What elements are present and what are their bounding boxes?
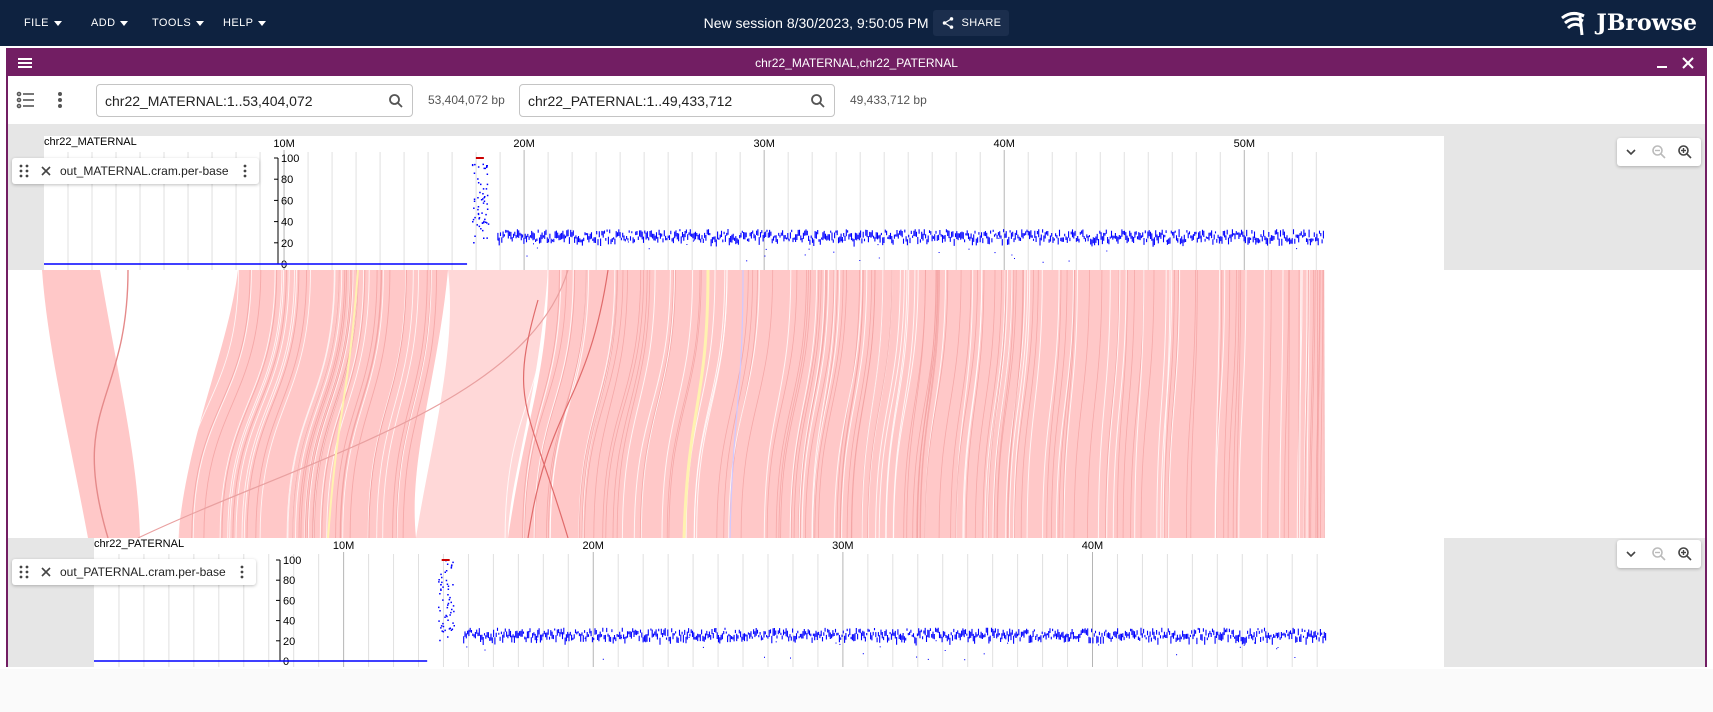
view-header: chr22_MATERNAL,chr22_PATERNAL: [8, 50, 1705, 76]
tools-menu[interactable]: TOOLS: [152, 0, 205, 46]
share-button[interactable]: SHARE: [932, 10, 1010, 36]
search-icon[interactable]: [388, 93, 404, 109]
top-track-name: out_MATERNAL.cram.per-base: [60, 164, 229, 178]
y-tick-label: 80: [281, 174, 293, 186]
file-menu[interactable]: FILE: [24, 0, 62, 46]
bottom-location-value: chr22_PATERNAL:1..49,433,712: [528, 92, 733, 109]
y-tick-label: 20: [283, 636, 295, 648]
bottom-ref-name: chr22_PATERNAL: [94, 538, 185, 550]
caret-down-icon: [196, 20, 205, 26]
coverage-spike: [471, 163, 490, 244]
ruler-tick-label: 50M: [1234, 138, 1255, 150]
top-coverage-svg: 10M20M30M40M50M100806040200: [44, 138, 1324, 270]
track-menu-icon[interactable]: [234, 564, 250, 580]
bottom-bp-count: 49,433,712 bp: [850, 93, 927, 107]
minimize-icon[interactable]: [1653, 54, 1671, 72]
jbrowse-logo: JBrowse: [1558, 0, 1697, 46]
caret-down-icon: [53, 20, 62, 26]
help-menu[interactable]: HELP: [223, 0, 267, 46]
synteny-view: chr22_MATERNAL,chr22_PATERNAL chr22_MATE…: [6, 48, 1707, 667]
page-footer: [0, 669, 1713, 712]
y-tick-label: 80: [283, 575, 295, 587]
close-icon[interactable]: [1679, 54, 1697, 72]
top-track-label[interactable]: out_MATERNAL.cram.per-base: [12, 158, 259, 184]
top-panel: 10M20M30M40M50M100806040200 chr22_MATERN…: [8, 136, 1705, 270]
zoom-out-icon[interactable]: [1651, 546, 1667, 562]
add-menu-label: ADD: [91, 17, 116, 29]
bottom-track-label[interactable]: out_PATERNAL.cram.per-base: [12, 559, 256, 585]
top-location-input[interactable]: chr22_MATERNAL:1..53,404,072: [96, 84, 413, 117]
ruler-tick-label: 30M: [832, 540, 853, 552]
ruler-tick-label: 10M: [273, 138, 294, 150]
synteny-ribbons: [42, 270, 1705, 538]
ruler-tick-label: 10M: [333, 540, 354, 552]
track-menu-icon[interactable]: [237, 163, 253, 179]
app-bar: FILE ADD TOOLS HELP New session 8/30/202…: [0, 0, 1713, 46]
toolbar-divider: [8, 124, 1705, 136]
y-tick-label: 60: [281, 195, 293, 207]
view-toolbar: chr22_MATERNAL:1..53,404,072 53,404,072 …: [8, 76, 1705, 124]
jbrowse-logo-icon: [1561, 11, 1586, 36]
search-icon[interactable]: [810, 93, 826, 109]
top-ref-name: chr22_MATERNAL: [44, 136, 137, 148]
y-tick-label: 100: [283, 555, 301, 567]
file-menu-label: FILE: [24, 17, 49, 29]
drag-handle-icon[interactable]: [16, 564, 32, 580]
tools-menu-label: TOOLS: [152, 17, 192, 29]
top-zoom-tools: [1617, 138, 1701, 166]
drag-handle-icon[interactable]: [16, 163, 32, 179]
chevron-down-icon[interactable]: [1623, 546, 1639, 562]
bottom-track-name: out_PATERNAL.cram.per-base: [60, 565, 226, 579]
y-tick-label: 40: [283, 616, 295, 628]
help-menu-label: HELP: [223, 17, 254, 29]
y-tick-label: 100: [281, 153, 299, 165]
view-title: chr22_MATERNAL,chr22_PATERNAL: [755, 56, 958, 70]
zoom-in-icon[interactable]: [1677, 144, 1693, 160]
ruler-tick-label: 40M: [994, 138, 1015, 150]
bottom-track-area: 10M20M30M40M100806040200 chr22_PATERNAL: [94, 538, 1444, 667]
zoom-in-icon[interactable]: [1677, 546, 1693, 562]
coverage-band: [497, 229, 1324, 263]
synteny-gap: [1398, 270, 1406, 538]
synteny-empty-area: [1446, 270, 1705, 538]
caret-down-icon: [258, 20, 267, 26]
bottom-panel: 10M20M30M40M100806040200 chr22_PATERNAL …: [8, 538, 1705, 667]
top-location-value: chr22_MATERNAL:1..53,404,072: [105, 92, 313, 109]
ruler-tick-label: 30M: [753, 138, 774, 150]
top-bp-count: 53,404,072 bp: [428, 93, 505, 107]
caret-down-icon: [120, 20, 129, 26]
y-tick-label: 60: [283, 595, 295, 607]
chevron-down-icon[interactable]: [1623, 144, 1639, 160]
y-tick-label: 20: [281, 238, 293, 250]
close-track-icon[interactable]: [38, 564, 54, 580]
bottom-zoom-tools: [1617, 540, 1701, 568]
ruler-tick-label: 40M: [1082, 540, 1103, 552]
logo-text: JBrowse: [1596, 10, 1697, 36]
close-track-icon[interactable]: [38, 163, 54, 179]
synteny-block-middle: [178, 270, 448, 538]
bottom-coverage-svg: 10M20M30M40M100806040200: [94, 540, 1327, 667]
share-icon: [942, 17, 953, 29]
ruler-tick-label: 20M: [583, 540, 604, 552]
top-track-area: 10M20M30M40M50M100806040200 chr22_MATERN…: [44, 136, 1444, 270]
track-selector-icon[interactable]: [14, 88, 38, 112]
more-vert-icon[interactable]: [48, 88, 72, 112]
share-label: SHARE: [961, 17, 1002, 29]
session-title[interactable]: New session 8/30/2023, 9:50:05 PM: [704, 15, 929, 31]
ruler-tick-label: 20M: [513, 138, 534, 150]
y-tick-label: 40: [281, 217, 293, 229]
synteny-track: [8, 270, 1705, 538]
add-menu[interactable]: ADD: [91, 0, 129, 46]
coverage-spike: [438, 559, 455, 642]
zoom-out-icon[interactable]: [1651, 144, 1667, 160]
bottom-location-input[interactable]: chr22_PATERNAL:1..49,433,712: [519, 84, 835, 117]
